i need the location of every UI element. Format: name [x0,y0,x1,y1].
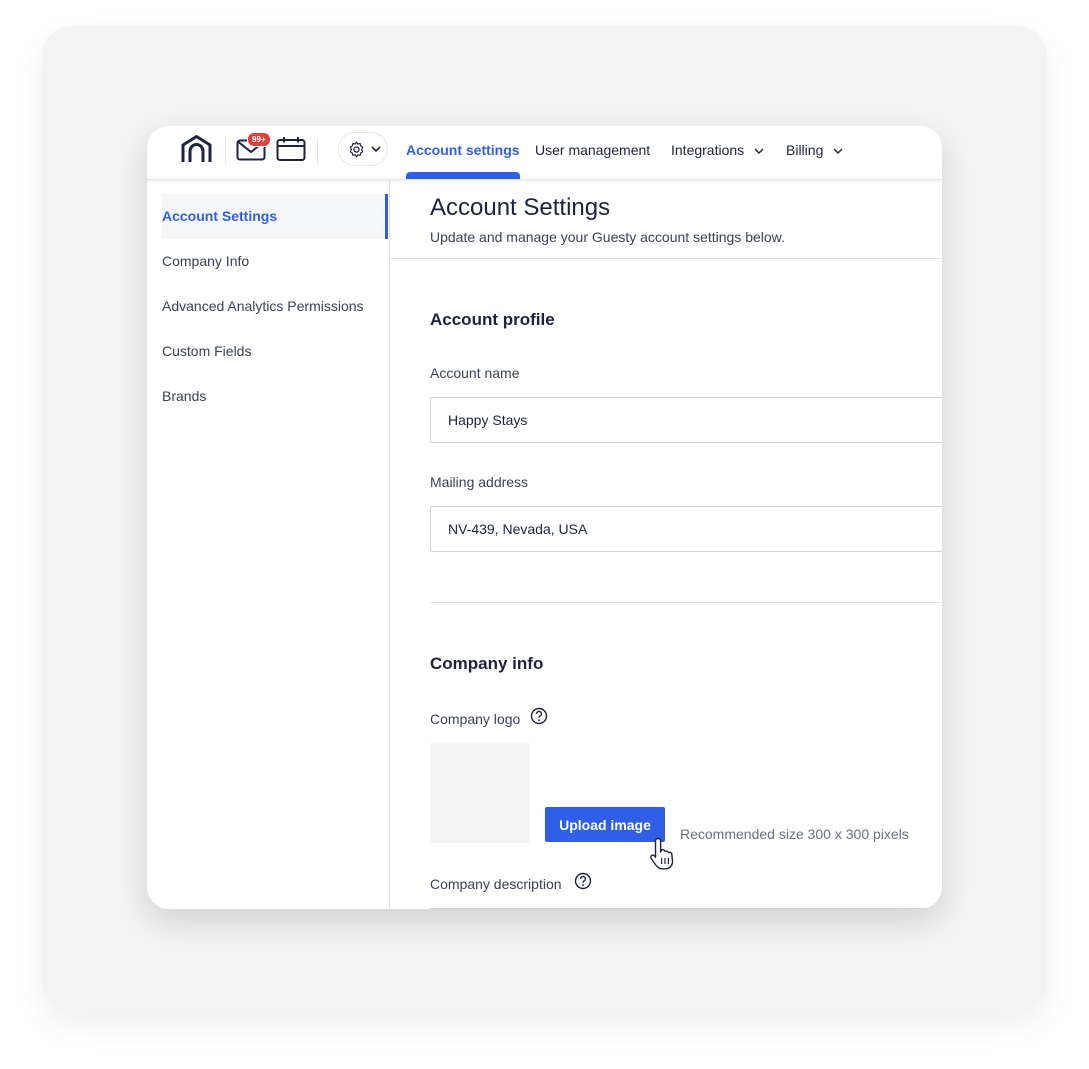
company-logo-placeholder [430,743,530,843]
company-logo-label: Company logo [430,711,521,727]
company-info-heading: Company info [430,654,544,673]
calendar-icon[interactable] [276,136,306,162]
tab-integrations[interactable]: Integrations [671,142,764,158]
sidebar-item-advanced-analytics-permissions[interactable]: Advanced Analytics Permissions [162,284,388,329]
separator [225,138,226,164]
app-window: 99+ Account settings User management Int… [147,126,942,909]
sidebar-item-custom-fields[interactable]: Custom Fields [162,329,388,374]
sidebar-item-company-info[interactable]: Company Info [162,239,388,284]
tab-billing-label: Billing [786,142,824,158]
recommended-size-note: Recommended size 300 x 300 pixels [680,826,909,842]
account-name-label: Account name [430,365,520,381]
settings-sidebar: Account Settings Company Info Advanced A… [147,180,390,909]
help-icon[interactable] [574,872,592,890]
sidebar-item-label: Custom Fields [162,343,252,359]
header-divider [390,258,942,259]
chevron-down-icon [371,146,381,153]
account-name-input[interactable] [430,397,942,443]
sidebar-active-indicator [385,194,388,239]
sidebar-item-label: Brands [162,388,207,404]
settings-dropdown-button[interactable] [338,132,388,166]
hand-pointer-cursor-icon [650,837,674,870]
upload-image-button[interactable]: Upload image [545,807,665,842]
sidebar-item-label: Advanced Analytics Permissions [162,298,364,314]
page-subtitle: Update and manage your Guesty account se… [430,229,785,245]
account-profile-heading: Account profile [430,310,555,329]
top-navigation-bar: 99+ Account settings User management Int… [147,126,942,180]
company-description-label: Company description [430,876,562,892]
page-title: Account Settings [430,194,611,221]
company-description-textarea[interactable] [430,908,942,909]
help-icon[interactable] [530,707,548,725]
separator [317,138,318,164]
sidebar-item-label: Account Settings [162,208,278,224]
tab-account-settings[interactable]: Account settings [406,142,520,158]
sidebar-item-label: Company Info [162,253,250,269]
sidebar-item-brands[interactable]: Brands [162,374,388,419]
active-tab-indicator [406,172,520,179]
tab-billing[interactable]: Billing [786,142,843,158]
tab-user-management[interactable]: User management [535,142,650,158]
home-icon[interactable] [180,134,213,164]
mailing-address-label: Mailing address [430,474,529,490]
mailing-address-input[interactable] [430,506,942,552]
gear-icon [349,141,364,158]
sidebar-item-account-settings[interactable]: Account Settings [162,194,388,239]
tab-integrations-label: Integrations [671,142,745,158]
notification-badge: 99+ [247,132,271,147]
chevron-down-icon [833,148,843,154]
section-divider [430,602,942,603]
main-content: Account Settings Update and manage your … [390,180,942,909]
chevron-down-icon [754,148,764,154]
